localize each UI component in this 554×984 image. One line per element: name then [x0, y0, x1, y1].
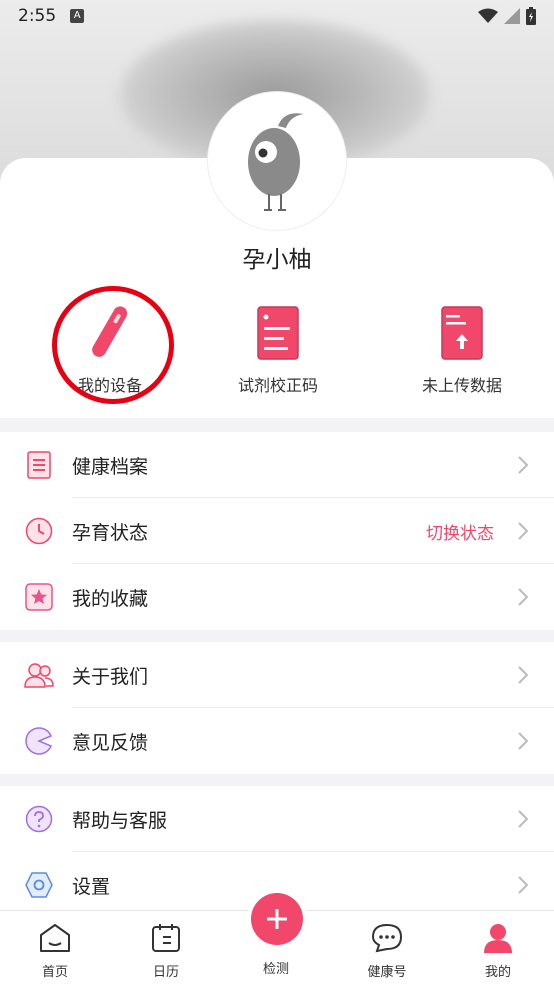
chevron-right-icon — [518, 876, 528, 894]
chevron-right-icon — [518, 456, 528, 474]
tab-calendar[interactable]: 日历 — [126, 923, 206, 980]
home-icon — [40, 924, 70, 952]
tab-label: 首页 — [41, 965, 68, 980]
status-time: 2:55 — [18, 6, 57, 26]
calibration-code-button[interactable]: 试剂校正码 — [198, 306, 358, 396]
profile-icon — [484, 924, 512, 953]
menu-label: 我的收藏 — [72, 587, 149, 610]
menu-group-health: 健康档案 孕育状态 切换状态 我的收藏 — [0, 432, 554, 630]
feedback-icon — [25, 727, 52, 755]
menu-label: 健康档案 — [72, 455, 149, 478]
signal-icon — [504, 8, 520, 24]
tab-detect[interactable] — [251, 893, 303, 945]
chevron-right-icon — [518, 522, 528, 540]
menu-item-pregnancy-status[interactable]: 孕育状态 切换状态 — [0, 498, 554, 564]
switch-status-link[interactable]: 切换状态 — [426, 519, 494, 544]
menu-item-favorites[interactable]: 我的收藏 — [0, 564, 554, 630]
battery-icon — [526, 7, 536, 25]
settings-icon — [25, 872, 53, 898]
menu-group-about: 关于我们 意见反馈 — [0, 642, 554, 774]
menu-label: 设置 — [72, 875, 111, 898]
menu-label: 意见反馈 — [72, 731, 149, 754]
tab-label: 健康号 — [367, 965, 407, 980]
help-icon — [25, 805, 53, 833]
upload-book-icon — [441, 306, 483, 360]
menu-item-help[interactable]: 帮助与客服 — [0, 786, 554, 852]
menu-item-about-us[interactable]: 关于我们 — [0, 642, 554, 708]
tab-mine[interactable]: 我的 — [458, 923, 538, 980]
tab-label: 日历 — [152, 965, 179, 980]
quick-label: 未上传数据 — [421, 376, 502, 395]
status-icons — [478, 7, 536, 25]
menu-item-feedback[interactable]: 意见反馈 — [0, 708, 554, 774]
users-icon — [24, 663, 54, 688]
quick-label: 试剂校正码 — [237, 376, 318, 395]
plus-icon — [267, 909, 287, 929]
star-icon — [25, 583, 53, 611]
notification-badge: A — [70, 9, 85, 23]
chevron-right-icon — [518, 732, 528, 750]
record-icon — [27, 451, 51, 479]
menu-label: 关于我们 — [72, 665, 149, 688]
status-bar: 2:55 A — [0, 0, 554, 32]
document-icon — [257, 306, 299, 360]
clock-icon — [25, 517, 53, 545]
chevron-right-icon — [518, 588, 528, 606]
avatar[interactable] — [208, 92, 346, 230]
tab-health-account[interactable]: 健康号 — [347, 923, 427, 980]
tab-label: 我的 — [484, 965, 511, 980]
wifi-icon — [478, 8, 498, 23]
chevron-right-icon — [518, 666, 528, 684]
tab-home[interactable]: 首页 — [15, 923, 95, 980]
menu-label: 孕育状态 — [72, 521, 149, 544]
chat-icon — [371, 923, 403, 953]
calendar-icon — [152, 924, 180, 952]
tab-label: 检测 — [262, 962, 289, 977]
chevron-right-icon — [518, 810, 528, 828]
unuploaded-data-button[interactable]: 未上传数据 — [382, 306, 542, 396]
mascot-icon — [248, 113, 304, 211]
menu-item-health-record[interactable]: 健康档案 — [0, 432, 554, 498]
highlight-annotation-circle — [52, 286, 174, 404]
menu-label: 帮助与客服 — [72, 809, 168, 832]
username: 孕小柚 — [242, 247, 312, 273]
